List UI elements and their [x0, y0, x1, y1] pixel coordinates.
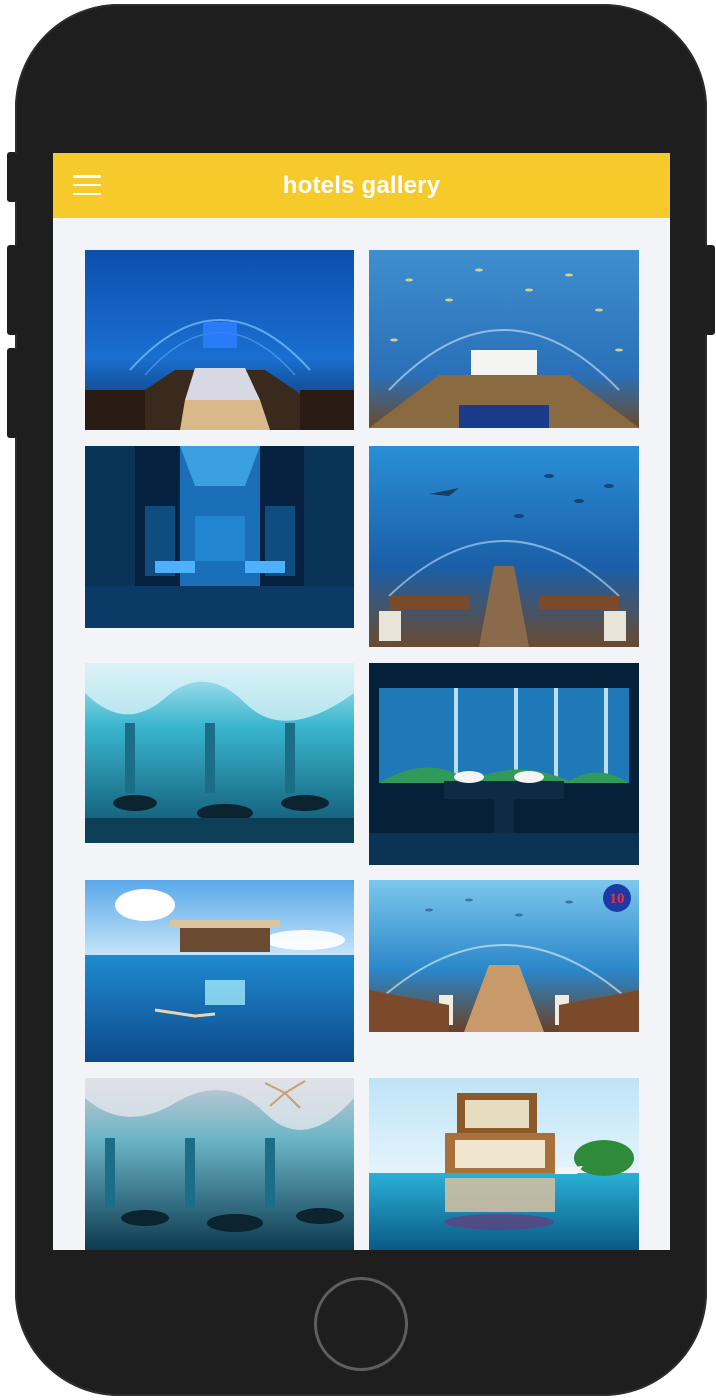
page-title: hotels gallery	[282, 171, 441, 199]
hamburger-menu-icon[interactable]	[73, 175, 101, 195]
tour-badge: 10	[610, 891, 625, 907]
home-button[interactable]	[314, 1277, 408, 1371]
gallery-image-underwater-restaurant-chandelier[interactable]	[85, 1078, 354, 1250]
gallery-image-floating-villa-swimmer[interactable]	[85, 880, 354, 1062]
volume-up-button	[7, 245, 17, 335]
app-screen: hotels gallery 10	[53, 153, 670, 1250]
volume-down-button	[7, 348, 17, 438]
gallery-image-underwater-glass-suite[interactable]	[85, 446, 354, 628]
power-button	[705, 245, 715, 335]
app-bar: hotels gallery	[53, 153, 670, 218]
gallery-image-underwater-restaurant-ceiling[interactable]	[85, 663, 354, 843]
gallery-image-underwater-bedroom-fish-tunnel[interactable]	[369, 250, 639, 428]
gallery-image-underwater-dining-tunnel[interactable]: 10	[369, 880, 639, 1032]
silent-switch	[7, 152, 17, 202]
gallery-image-underwater-bedroom-tunnel[interactable]	[85, 250, 354, 430]
gallery-image-underwater-restaurant-shark[interactable]	[369, 446, 639, 647]
gallery-image-underwater-bathroom[interactable]	[369, 663, 639, 865]
gallery-image-floating-seahorse-villa[interactable]	[369, 1078, 639, 1250]
